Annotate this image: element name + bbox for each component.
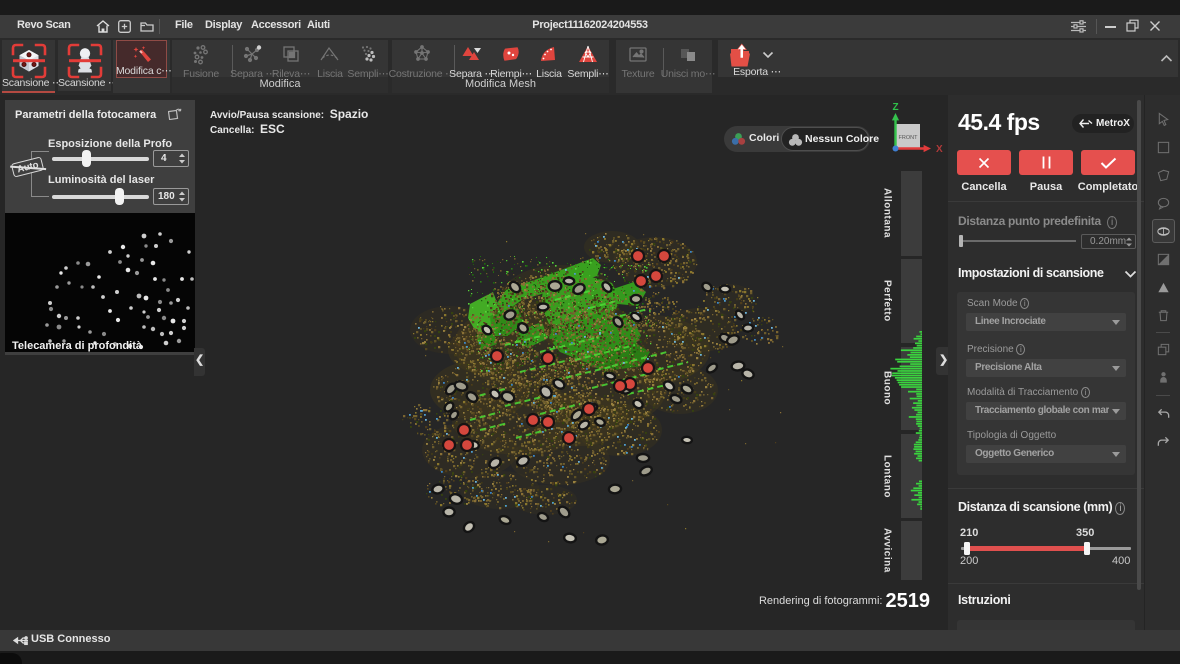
svg-text:Z: Z bbox=[892, 102, 898, 113]
svg-text:X: X bbox=[936, 144, 943, 155]
svg-text:FRONT: FRONT bbox=[899, 135, 919, 141]
